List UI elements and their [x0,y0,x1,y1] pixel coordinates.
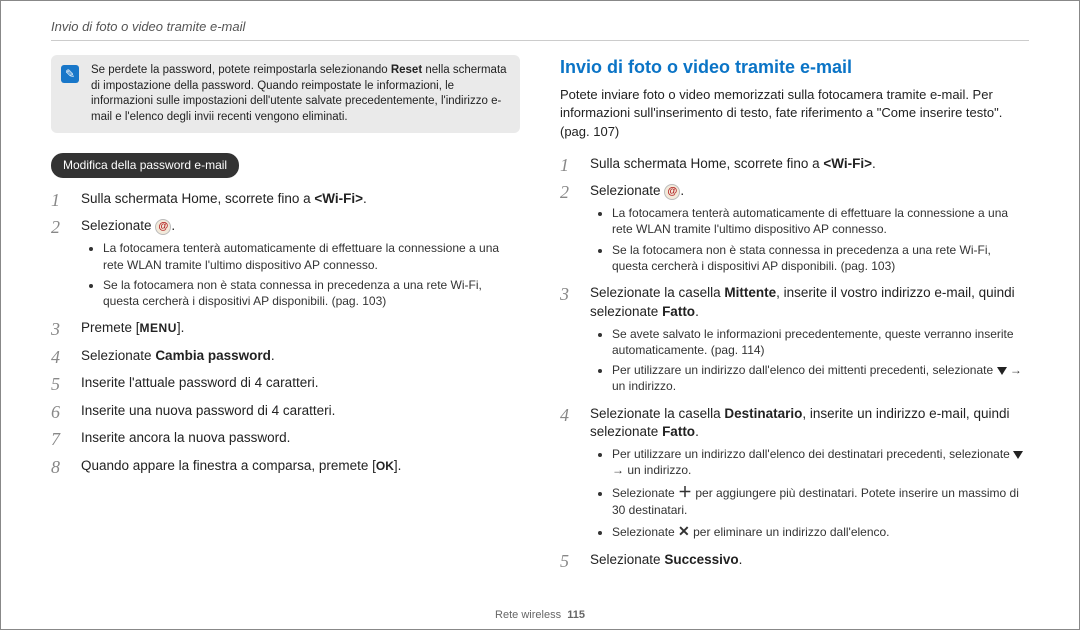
two-column-layout: ✎ Se perdete la password, potete reimpos… [51,55,1029,578]
step-bullets: La fotocamera tenterà automaticamente di… [612,205,1029,274]
step-number: 1 [51,190,71,212]
bullet-text: Per utilizzare un indirizzo dall'elenco … [612,447,1013,461]
step-text: Selezionate [81,218,152,233]
step-text: Selezionate [590,552,664,567]
step-number: 2 [560,182,580,278]
bullet: Selezionate ✕ per eliminare un indirizzo… [612,522,1029,541]
step-number: 1 [560,155,580,177]
step-text: . [271,348,275,363]
step-text: ]. [394,458,402,473]
right-step-4: 4 Selezionate la casella Destinatario, i… [560,405,1029,545]
left-step-5: 5 Inserite l'attuale password di 4 carat… [51,374,520,396]
step-number: 3 [560,284,580,399]
step-text: Selezionate la casella [590,285,724,300]
x-icon: ✕ [678,523,690,539]
note-text-pre: Se perdete la password, potete reimposta… [91,64,391,76]
left-column: ✎ Se perdete la password, potete reimpos… [51,55,520,578]
step-bold: Fatto [662,304,695,319]
bullet-text: Selezionate [612,486,678,500]
step-text: ]. [177,320,185,335]
left-step-8: 8 Quando appare la finestra a comparsa, … [51,457,520,479]
step-text: . [872,156,876,171]
step-number: 8 [51,457,71,479]
step-text: . [363,191,367,206]
left-step-1: 1 Sulla schermata Home, scorrete fino a … [51,190,520,212]
subheading-pill: Modifica della password e-mail [51,153,239,178]
ok-icon: OK [376,459,394,473]
step-text: Sulla schermata Home, scorrete fino a [590,156,823,171]
step-bold: Mittente [724,285,776,300]
triangle-down-icon [1013,451,1023,459]
email-icon [155,219,171,235]
left-step-4: 4 Selezionate Cambia password. [51,347,520,369]
step-text: Inserite una nuova password di 4 caratte… [81,402,520,424]
step-text: . [695,304,699,319]
triangle-down-icon [997,367,1007,375]
plus-icon: ＋ [678,484,692,500]
step-text: . [695,424,699,439]
step-bold: Fatto [662,424,695,439]
document-page: Invio di foto o video tramite e-mail ✎ S… [0,0,1080,630]
email-icon [664,184,680,200]
page-footer: Rete wireless 115 [1,609,1079,621]
bullet: Se la fotocamera non è stata connessa in… [612,242,1029,274]
footer-label: Rete wireless [495,609,561,621]
step-text: Selezionate [590,183,661,198]
step-text: . [171,218,175,233]
menu-icon: MENU [140,321,177,335]
step-number: 5 [560,551,580,573]
bullet-text: per eliminare un indirizzo dall'elenco. [690,525,890,539]
page-header: Invio di foto o video tramite e-mail [51,19,1029,41]
step-number: 3 [51,319,71,341]
right-step-3: 3 Selezionate la casella Mittente, inser… [560,284,1029,399]
step-text: . [680,183,684,198]
footer-page-number: 115 [567,609,585,621]
left-step-6: 6 Inserite una nuova password di 4 carat… [51,402,520,424]
step-text: Inserite ancora la nuova password. [81,429,520,451]
step-text: Quando appare la finestra a comparsa, pr… [81,458,376,473]
bullet: Per utilizzare un indirizzo dall'elenco … [612,446,1029,478]
bullet: Selezionate ＋ per aggiungere più destina… [612,483,1029,518]
bullet: Se la fotocamera non è stata connessa in… [103,277,520,309]
step-text: . [739,552,743,567]
left-step-3: 3 Premete [MENU]. [51,319,520,341]
step-number: 4 [51,347,71,369]
bullet-text: Per utilizzare un indirizzo dall'elenco … [612,363,997,377]
right-step-5: 5 Selezionate Successivo. [560,551,1029,573]
step-number: 6 [51,402,71,424]
step-text: Sulla schermata Home, scorrete fino a [81,191,314,206]
step-bullets: La fotocamera tenterà automaticamente di… [103,240,520,309]
note-icon: ✎ [61,65,79,83]
bullet: La fotocamera tenterà automaticamente di… [103,240,520,272]
section-intro: Potete inviare foto o video memorizzati … [560,86,1029,141]
step-text: Selezionate [81,348,155,363]
right-column: Invio di foto o video tramite e-mail Pot… [560,55,1029,578]
step-bold: <Wi-Fi> [314,191,363,206]
bullet-text: → un indirizzo. [612,463,691,477]
section-title: Invio di foto o video tramite e-mail [560,55,1029,80]
step-text: Inserite l'attuale password di 4 caratte… [81,374,520,396]
step-bold: <Wi-Fi> [823,156,872,171]
step-number: 2 [51,217,71,313]
right-step-1: 1 Sulla schermata Home, scorrete fino a … [560,155,1029,177]
step-text: Premete [ [81,320,140,335]
note-bold: Reset [391,64,422,76]
step-number: 4 [560,405,580,545]
step-bullets: Se avete salvato le informazioni precede… [612,326,1029,395]
bullet: Per utilizzare un indirizzo dall'elenco … [612,362,1029,394]
step-bullets: Per utilizzare un indirizzo dall'elenco … [612,446,1029,540]
step-bold: Destinatario [724,406,802,421]
bullet-text: Selezionate [612,525,678,539]
bullet: La fotocamera tenterà automaticamente di… [612,205,1029,237]
step-bold: Successivo [664,552,738,567]
right-step-2: 2 Selezionate . La fotocamera tenterà au… [560,182,1029,278]
step-text: Selezionate la casella [590,406,724,421]
info-note: ✎ Se perdete la password, potete reimpos… [51,55,520,133]
bullet: Se avete salvato le informazioni precede… [612,326,1029,358]
left-step-7: 7 Inserite ancora la nuova password. [51,429,520,451]
step-bold: Cambia password [155,348,271,363]
step-number: 7 [51,429,71,451]
left-step-2: 2 Selezionate . La fotocamera tenterà au… [51,217,520,313]
step-number: 5 [51,374,71,396]
